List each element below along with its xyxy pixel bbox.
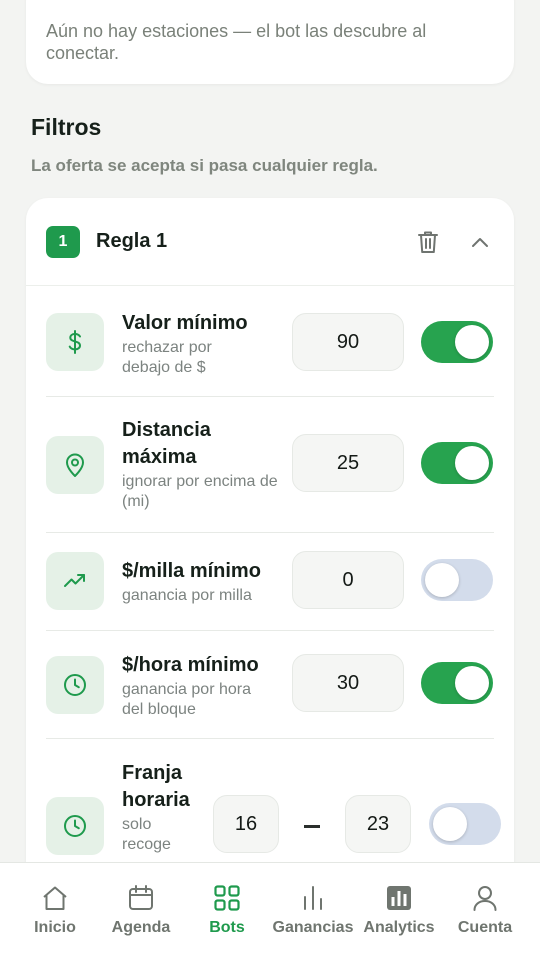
rule-title: Regla 1 bbox=[96, 230, 168, 252]
analytics-icon bbox=[387, 886, 411, 910]
scroll-area[interactable]: Aún no hay estaciones — el bot las descu… bbox=[0, 0, 540, 862]
rule-card: 1 Regla 1 Valor mínimo rechazar por deba… bbox=[26, 198, 514, 862]
nav-label: Cuenta bbox=[457, 919, 513, 936]
clock-icon bbox=[46, 797, 104, 855]
rule-row-time-window: Franja horaria solo recoge 16 23 bbox=[46, 739, 501, 862]
time-window-separator bbox=[304, 825, 320, 828]
time-window-title: Franja horaria bbox=[122, 762, 190, 811]
collapse-rule-button[interactable] bbox=[466, 230, 494, 254]
rule-row-min-value: Valor mínimo rechazar por debajo de $ 90 bbox=[46, 286, 494, 397]
min-per-mile-title: $/milla mínimo bbox=[122, 560, 261, 582]
nav-item-bots[interactable]: Bots bbox=[184, 863, 270, 960]
stations-notice-text: Aún no hay estaciones — el bot las descu… bbox=[46, 21, 427, 63]
min-per-hour-desc: ganancia por hora del bloque bbox=[122, 681, 251, 718]
min-per-hour-toggle[interactable] bbox=[421, 662, 493, 704]
rule-number-badge: 1 bbox=[46, 226, 80, 258]
max-distance-title: Distancia máxima bbox=[122, 419, 211, 468]
filters-title: Filtros bbox=[31, 114, 102, 140]
max-distance-input[interactable]: 25 bbox=[292, 434, 404, 492]
filters-subtitle: La oferta se acepta si pasa cualquier re… bbox=[31, 156, 378, 175]
min-per-mile-input[interactable]: 0 bbox=[292, 551, 404, 609]
min-value-title: Valor mínimo bbox=[122, 312, 248, 334]
nav-item-ganancias[interactable]: Ganancias bbox=[270, 863, 356, 960]
calendar-icon bbox=[129, 885, 153, 910]
nav-item-cuenta[interactable]: Cuenta bbox=[442, 863, 528, 960]
min-value-toggle[interactable] bbox=[421, 321, 493, 363]
clock-icon bbox=[46, 656, 104, 714]
nav-item-inicio[interactable]: Inicio bbox=[12, 863, 98, 960]
min-per-hour-input[interactable]: 30 bbox=[292, 654, 404, 712]
min-per-mile-desc: ganancia por milla bbox=[122, 587, 252, 604]
time-window-from-input[interactable]: 16 bbox=[213, 795, 279, 853]
nav-item-agenda[interactable]: Agenda bbox=[98, 863, 184, 960]
min-per-mile-toggle[interactable] bbox=[421, 559, 493, 601]
nav-item-analytics[interactable]: Analytics bbox=[356, 863, 442, 960]
trending-up-icon bbox=[46, 552, 104, 610]
delete-rule-button[interactable] bbox=[414, 228, 442, 256]
min-per-hour-title: $/hora mínimo bbox=[122, 654, 259, 676]
home-icon bbox=[43, 886, 67, 910]
stations-notice-card: Aún no hay estaciones — el bot las descu… bbox=[26, 0, 514, 84]
time-window-desc: solo recoge bbox=[122, 816, 171, 853]
time-window-toggle[interactable] bbox=[429, 803, 501, 845]
trash-icon bbox=[418, 231, 438, 253]
user-icon bbox=[473, 886, 497, 911]
bottom-nav: Inicio Agenda Bots Ganancias Analytics C… bbox=[0, 862, 540, 960]
dollar-icon bbox=[46, 313, 104, 371]
location-pin-icon bbox=[46, 436, 104, 494]
grid-icon bbox=[214, 885, 240, 911]
rule-row-max-distance: Distancia máxima ignorar por encima de (… bbox=[46, 397, 494, 533]
max-distance-desc: ignorar por encima de (mi) bbox=[122, 473, 278, 510]
max-distance-toggle[interactable] bbox=[421, 442, 493, 484]
rule-row-min-per-hour: $/hora mínimo ganancia por hora del bloq… bbox=[46, 631, 494, 739]
time-window-to-input[interactable]: 23 bbox=[345, 795, 411, 853]
min-value-desc: rechazar por debajo de $ bbox=[122, 339, 212, 376]
rule-header[interactable]: 1 Regla 1 bbox=[26, 198, 514, 286]
bars-icon bbox=[304, 886, 322, 910]
chevron-up-icon bbox=[472, 238, 488, 247]
min-value-input[interactable]: 90 bbox=[292, 313, 404, 371]
rule-row-min-per-mile: $/milla mínimo ganancia por milla 0 bbox=[46, 533, 494, 631]
